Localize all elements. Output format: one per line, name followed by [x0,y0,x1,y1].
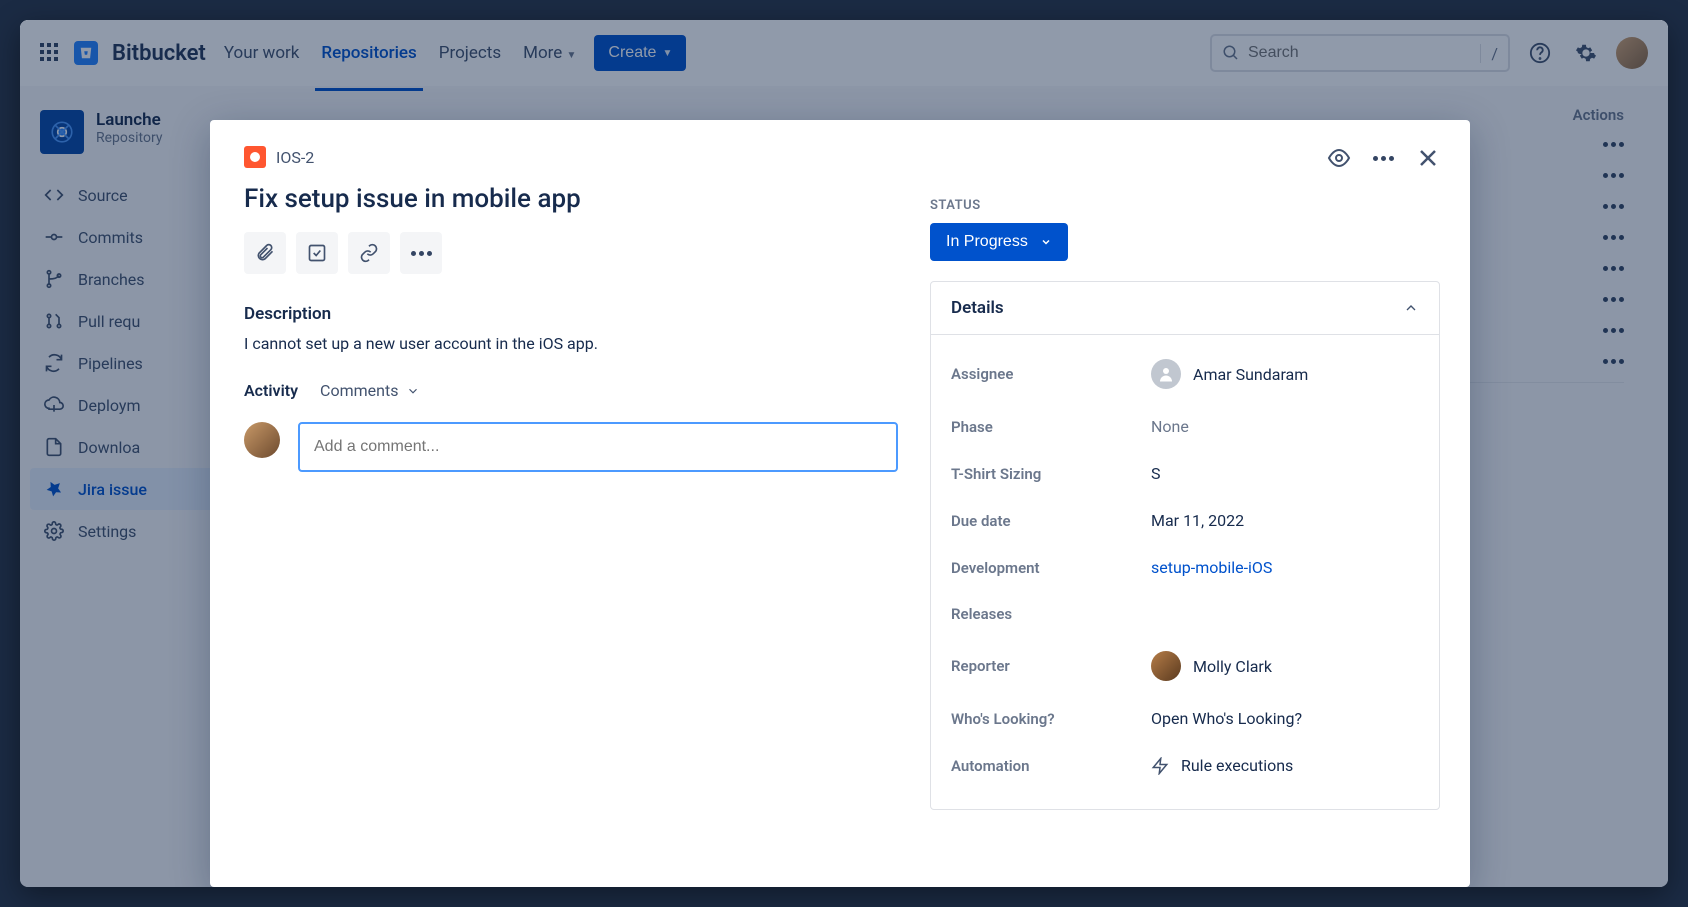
issue-toolbar [244,232,898,274]
modal-side: STATUS In Progress Details Assignee Amar… [930,120,1470,887]
modal-controls [1327,146,1440,170]
issue-type-icon [244,146,266,168]
status-label: STATUS [930,198,1440,213]
description-label: Description [244,304,898,324]
issue-title[interactable]: Fix setup issue in mobile app [244,184,898,214]
details-panel: Details Assignee Amar Sundaram Phase Non… [930,281,1440,810]
description-text[interactable]: I cannot set up a new user account in th… [244,334,898,353]
comment-row [244,422,898,472]
status-dropdown[interactable]: In Progress [930,223,1068,261]
issue-key[interactable]: IOS-2 [276,148,314,167]
watch-icon[interactable] [1327,146,1351,170]
modal-more-icon[interactable] [1373,156,1394,161]
automation-field[interactable]: Automation Rule executions [951,742,1419,789]
details-header[interactable]: Details [931,282,1439,335]
close-icon[interactable] [1416,146,1440,170]
assignee-avatar-icon [1151,359,1181,389]
chevron-down-icon [406,384,420,398]
due-date-field[interactable]: Due date Mar 11, 2022 [951,497,1419,544]
issue-modal: IOS-2 Fix setup issue in mobile app Desc… [210,120,1470,887]
commenter-avatar [244,422,280,458]
activity-label: Activity [244,381,298,400]
chevron-down-icon [1040,236,1052,248]
phase-field[interactable]: Phase None [951,403,1419,450]
checklist-button[interactable] [296,232,338,274]
comment-input[interactable] [298,422,898,472]
app-window: Bitbucket Your work Repositories Project… [20,20,1668,887]
link-button[interactable] [348,232,390,274]
development-field[interactable]: Development setup-mobile-iOS [951,544,1419,591]
activity-row: Activity Comments [244,381,898,400]
reporter-avatar-icon [1151,651,1181,681]
releases-field[interactable]: Releases [951,591,1419,637]
chevron-up-icon [1403,300,1419,316]
issue-key-row: IOS-2 [244,146,898,168]
more-actions-button[interactable] [400,232,442,274]
reporter-field[interactable]: Reporter Molly Clark [951,637,1419,695]
whos-looking-field[interactable]: Who's Looking? Open Who's Looking? [951,695,1419,742]
assignee-field[interactable]: Assignee Amar Sundaram [951,345,1419,403]
attach-button[interactable] [244,232,286,274]
lightning-icon [1151,757,1169,775]
sizing-field[interactable]: T-Shirt Sizing S [951,450,1419,497]
comments-filter[interactable]: Comments [320,381,420,400]
modal-main: IOS-2 Fix setup issue in mobile app Desc… [210,120,930,887]
